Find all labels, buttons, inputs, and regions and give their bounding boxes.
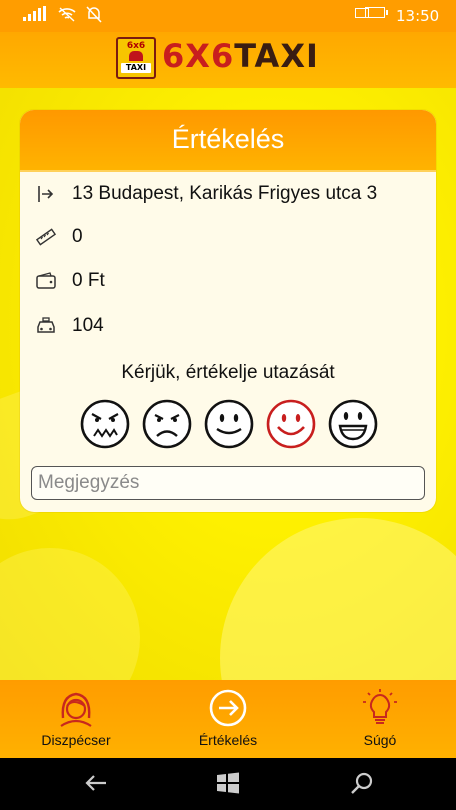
card-title: Értékelés	[20, 110, 436, 172]
price-row: 0 Ft	[36, 268, 105, 294]
signal-icon	[23, 6, 46, 21]
address-row: 13 Budapest, Karikás Frigyes utca 3	[36, 181, 377, 207]
heart-icon	[129, 51, 143, 61]
dispatcher-button[interactable]: Diszpécser	[16, 688, 136, 748]
app-header: 6x6 TAXI 6X6TAXI	[0, 32, 456, 88]
wifi-icon	[58, 7, 76, 22]
status-bar: 13:50	[0, 0, 456, 32]
clock: 13:50	[396, 7, 440, 25]
back-icon[interactable]	[84, 772, 108, 794]
logo-badge: 6x6 TAXI	[116, 37, 156, 79]
dispatcher-label: Diszpécser	[41, 732, 111, 748]
distance-row: 0	[36, 224, 83, 250]
windows-start-icon[interactable]	[216, 772, 240, 794]
lightbulb-icon	[363, 689, 397, 724]
app-bar: Diszpécser Értékelés Súgó	[0, 680, 456, 758]
rating-bad-icon[interactable]	[142, 399, 192, 449]
address-value: 13 Budapest, Karikás Frigyes utca 3	[72, 183, 378, 204]
rating-neutral-icon[interactable]	[204, 399, 254, 449]
app-logo: 6X6TAXI	[162, 37, 319, 75]
rating-label: Értékelés	[198, 732, 258, 748]
system-nav-bar	[0, 758, 456, 810]
rating-good-icon[interactable]	[266, 399, 316, 449]
dispatcher-icon	[60, 692, 92, 727]
help-label: Súgó	[363, 732, 397, 748]
comment-input[interactable]	[31, 466, 425, 500]
help-button[interactable]: Súgó	[320, 688, 440, 748]
price-value: 0 Ft	[72, 270, 105, 291]
battery-icon	[365, 7, 388, 18]
taxi-row: 104	[36, 313, 104, 339]
rating-card: Értékelés 13 Budapest, Karikás Frigyes u…	[20, 110, 436, 512]
rating-very-good-icon[interactable]	[328, 399, 378, 449]
rating-very-bad-icon[interactable]	[80, 399, 130, 449]
taxi-icon	[36, 316, 56, 336]
rating-options	[80, 399, 378, 449]
destination-icon	[36, 184, 56, 204]
arrow-circle-icon	[209, 689, 247, 727]
distance-value: 0	[72, 226, 83, 247]
ruler-icon	[36, 227, 56, 247]
search-icon[interactable]	[350, 772, 374, 794]
wallet-icon	[36, 271, 56, 291]
quiet-hours-icon	[86, 6, 102, 23]
rating-button[interactable]: Értékelés	[168, 688, 288, 748]
taxi-number-value: 104	[72, 315, 104, 336]
rating-prompt: Kérjük, értékelje utazását	[121, 362, 335, 383]
